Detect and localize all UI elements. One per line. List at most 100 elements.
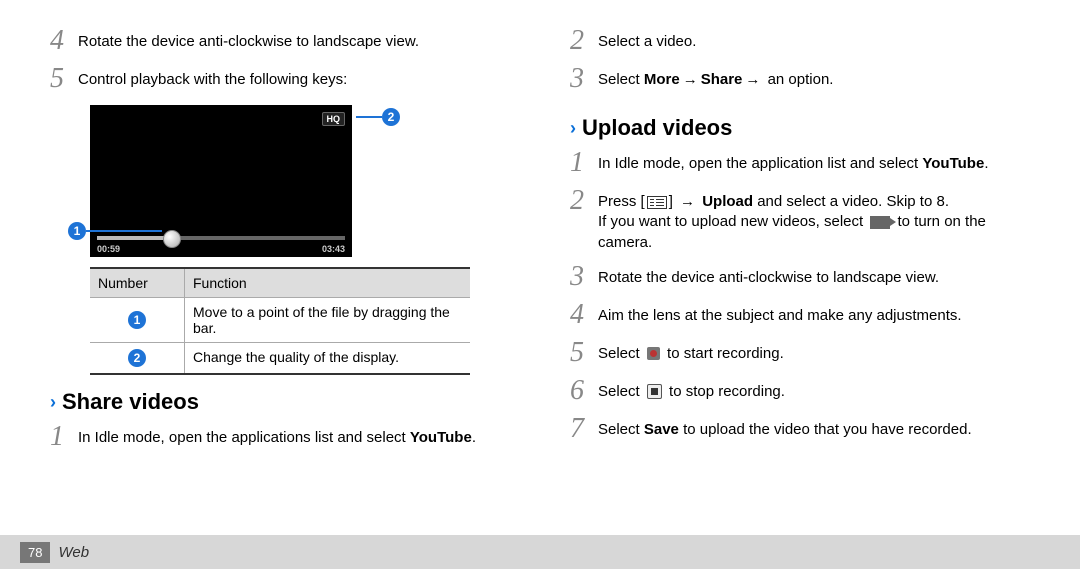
columns: 4 Rotate the device anti-clockwise to la… — [50, 25, 1030, 535]
page-footer: 78 Web — [0, 535, 1080, 569]
callout-2: 2 — [382, 108, 400, 126]
text-frag: ] — [669, 193, 677, 210]
share-step-1: 1 In Idle mode, open the applications li… — [50, 423, 510, 451]
video-player-figure: HQ 00:59 03:43 1 2 — [90, 105, 370, 257]
left-column: 4 Rotate the device anti-clockwise to la… — [50, 25, 510, 535]
step-number: 3 — [570, 65, 598, 93]
step-text: Select to start recording. — [598, 339, 784, 364]
share-step-3: 3 Select More→Share→ an option. — [570, 65, 1030, 93]
step-text: Rotate the device anti-clockwise to land… — [78, 27, 419, 52]
section-title: Upload videos — [582, 115, 732, 141]
upload-step-5: 5 Select to start recording. — [570, 339, 1030, 367]
section-title: Share videos — [62, 389, 199, 415]
step-4: 4 Rotate the device anti-clockwise to la… — [50, 27, 510, 55]
text-frag: Press [ — [598, 193, 645, 210]
step-text: Select Save to upload the video that you… — [598, 415, 972, 440]
bold-youtube: YouTube — [410, 429, 472, 446]
table-row: 2 Change the quality of the display. — [90, 343, 470, 373]
text-frag: If you want to upload new videos, select — [598, 213, 867, 230]
text-frag: Select — [598, 345, 644, 362]
text-frag: . — [984, 155, 988, 172]
cell-callout: 2 — [90, 343, 185, 373]
time-current: 00:59 — [97, 244, 120, 254]
seek-knob — [163, 230, 181, 248]
bold-more: More — [644, 71, 680, 88]
step-text: In Idle mode, open the applications list… — [78, 423, 476, 448]
chevron-icon: › — [570, 118, 576, 139]
seek-progress — [97, 236, 171, 240]
step-text: Press [] → Upload and select a video. Sk… — [598, 187, 1030, 253]
step-number: 4 — [570, 301, 598, 329]
upload-step-7: 7 Select Save to upload the video that y… — [570, 415, 1030, 443]
step-number: 1 — [570, 149, 598, 177]
hq-badge: HQ — [322, 112, 346, 126]
step-number: 5 — [570, 339, 598, 367]
share-section-heading: › Share videos — [50, 389, 510, 415]
step-number: 7 — [570, 415, 598, 443]
bold-share: Share — [701, 71, 743, 88]
step-number: 6 — [570, 377, 598, 405]
table-row: 1 Move to a point of the file by draggin… — [90, 298, 470, 343]
text-frag: In Idle mode, open the applications list… — [78, 429, 410, 446]
step-number: 1 — [50, 423, 78, 451]
upload-step-3: 3 Rotate the device anti-clockwise to la… — [570, 263, 1030, 291]
step-text: Rotate the device anti-clockwise to land… — [598, 263, 939, 288]
text-frag: In Idle mode, open the application list … — [598, 155, 922, 172]
upload-step-6: 6 Select to stop recording. — [570, 377, 1030, 405]
upload-step-2: 2 Press [] → Upload and select a video. … — [570, 187, 1030, 253]
step-number: 3 — [570, 263, 598, 291]
text-frag: Select — [598, 383, 644, 400]
share-step-2: 2 Select a video. — [570, 27, 1030, 55]
step-text: Aim the lens at the subject and make any… — [598, 301, 962, 326]
camera-icon — [870, 216, 890, 229]
menu-key-icon — [647, 196, 667, 209]
upload-step-1: 1 In Idle mode, open the application lis… — [570, 149, 1030, 177]
chevron-icon: › — [50, 392, 56, 413]
cell-function: Move to a point of the file by dragging … — [185, 298, 470, 342]
step-text: In Idle mode, open the application list … — [598, 149, 988, 174]
record-icon — [647, 347, 660, 360]
footer-section: Web — [58, 544, 89, 561]
step-number: 5 — [50, 65, 78, 93]
arrow-icon: → — [680, 193, 695, 210]
step-number: 2 — [570, 187, 598, 215]
step-text: Control playback with the following keys… — [78, 65, 347, 90]
callout-1-leader — [86, 230, 162, 232]
right-column: 2 Select a video. 3 Select More→Share→ a… — [570, 25, 1030, 535]
callout-1: 1 — [68, 222, 86, 240]
bold-youtube: YouTube — [922, 155, 984, 172]
step-number: 2 — [570, 27, 598, 55]
arrow-icon: → — [745, 71, 760, 88]
text-frag: an option. — [763, 71, 833, 88]
callout-2-icon: 2 — [128, 349, 146, 367]
function-table: Number Function 1 Move to a point of the… — [90, 267, 470, 375]
text-frag: Select — [598, 421, 644, 438]
step-text: Select to stop recording. — [598, 377, 785, 402]
text-frag: to upload the video that you have record… — [679, 421, 972, 438]
upload-section-heading: › Upload videos — [570, 115, 1030, 141]
bold-upload: Upload — [702, 193, 753, 210]
step-text: Select More→Share→ an option. — [598, 65, 833, 90]
video-player: HQ 00:59 03:43 — [90, 105, 352, 257]
stop-icon — [647, 384, 662, 399]
text-frag: and select a video. Skip to 8. — [753, 193, 949, 210]
cell-function: Change the quality of the display. — [185, 343, 470, 373]
upload-step-4: 4 Aim the lens at the subject and make a… — [570, 301, 1030, 329]
page-number: 78 — [20, 542, 50, 563]
bold-save: Save — [644, 421, 679, 438]
callout-1-icon: 1 — [128, 311, 146, 329]
step-5: 5 Control playback with the following ke… — [50, 65, 510, 93]
callout-2-leader — [356, 116, 382, 118]
step-text: Select a video. — [598, 27, 696, 52]
header-function: Function — [185, 269, 470, 297]
step-number: 4 — [50, 27, 78, 55]
text-frag: Select — [598, 71, 644, 88]
time-total: 03:43 — [322, 244, 345, 254]
arrow-icon: → — [683, 71, 698, 88]
header-number: Number — [90, 269, 185, 297]
manual-page: 4 Rotate the device anti-clockwise to la… — [0, 0, 1080, 586]
text-frag: . — [472, 429, 476, 446]
table-header: Number Function — [90, 269, 470, 298]
cell-callout: 1 — [90, 298, 185, 342]
text-frag: to start recording. — [663, 345, 784, 362]
